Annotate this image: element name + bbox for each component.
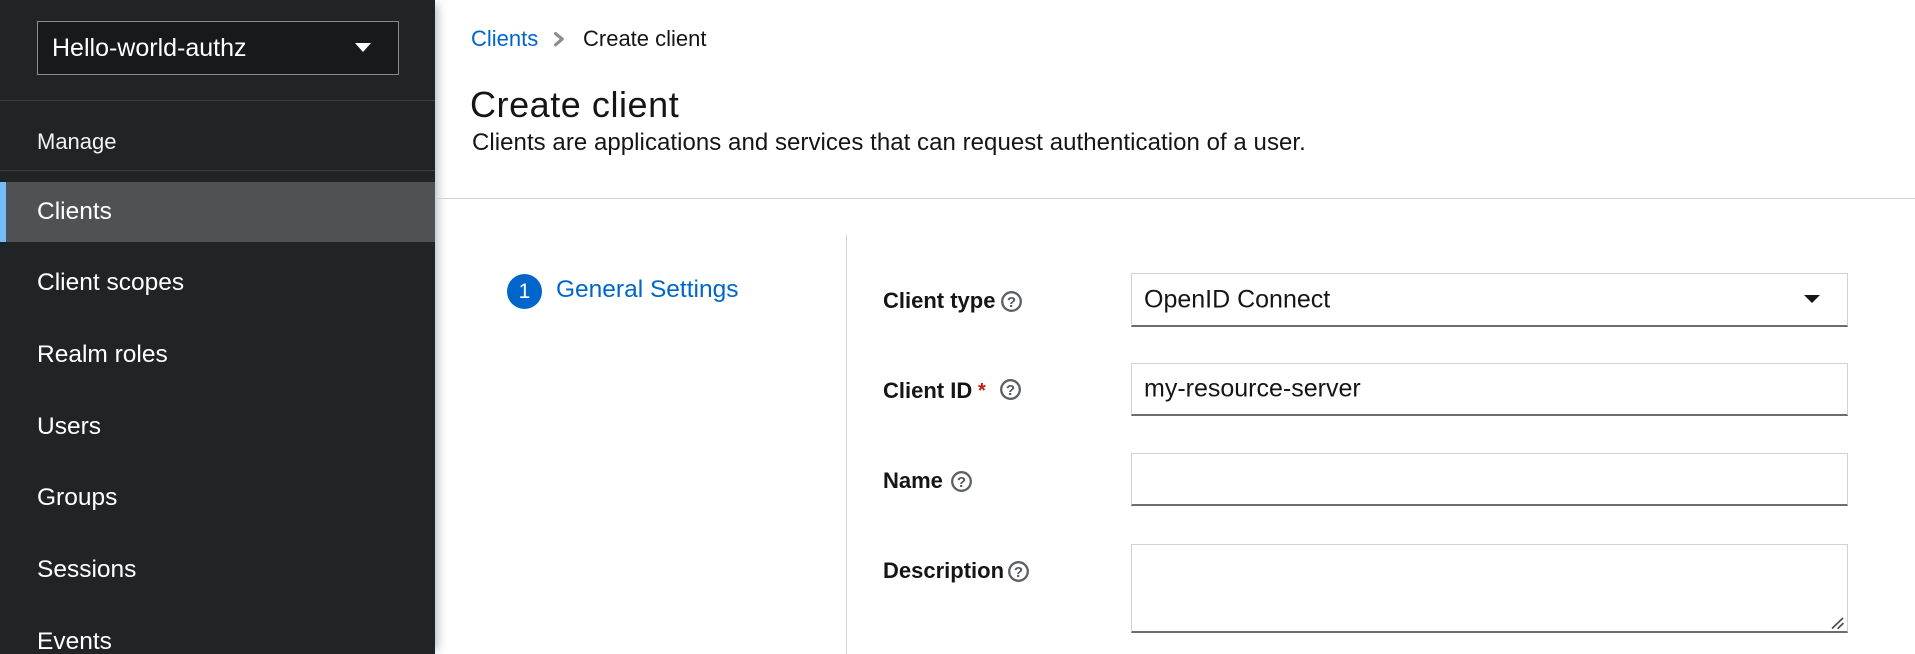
svg-text:?: ? [1014, 564, 1023, 581]
svg-text:?: ? [1006, 382, 1015, 399]
svg-text:?: ? [957, 474, 966, 491]
svg-text:?: ? [1007, 294, 1016, 311]
